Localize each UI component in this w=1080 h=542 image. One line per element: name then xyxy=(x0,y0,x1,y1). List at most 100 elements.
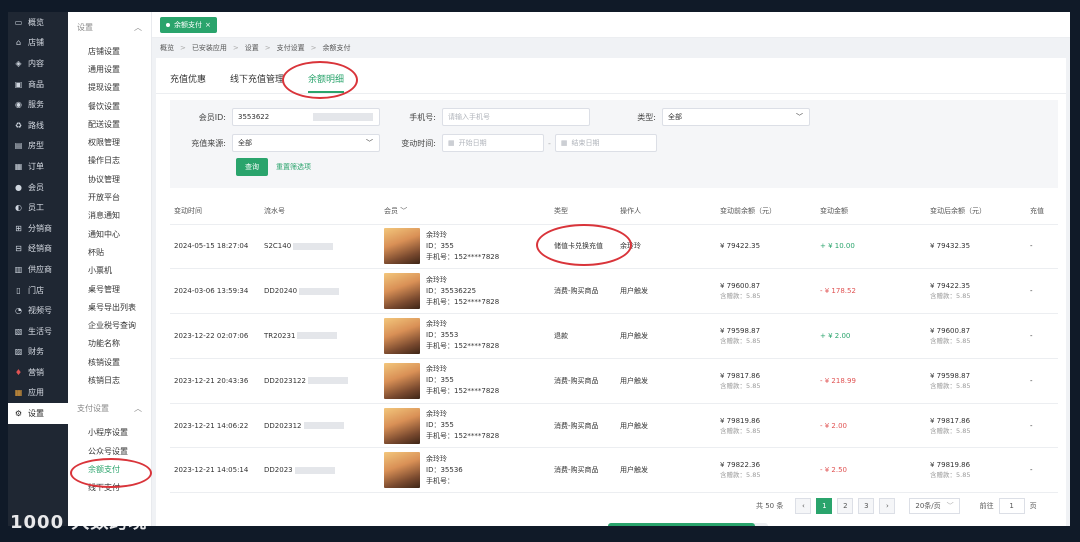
member-info[interactable]: 余玲玲 ID：355 手机号：152****7828 xyxy=(384,228,550,265)
member-cell: 余玲玲 ID：355 手机号：152****7828 xyxy=(380,358,550,404)
nav-item-0[interactable]: ▭ 概览 xyxy=(8,12,68,33)
breadcrumb-item[interactable]: 余额支付 xyxy=(323,43,351,53)
nav-item-11[interactable]: ⊟ 经销商 xyxy=(8,239,68,260)
nav-item-19[interactable]: ⚙ 设置 xyxy=(8,403,68,424)
submenu-item[interactable]: 核销日志 xyxy=(68,371,151,389)
nav-item-1[interactable]: ⌂ 店铺 xyxy=(8,33,68,54)
nav-item-14[interactable]: ◔ 视频号 xyxy=(8,300,68,321)
submenu-item[interactable]: 小程序设置 xyxy=(68,424,151,442)
member-name: 余玲玲 xyxy=(426,410,447,419)
member-info[interactable]: 余玲玲 ID：355 手机号：152****7828 xyxy=(384,362,550,399)
submenu-item[interactable]: 企业税号查询 xyxy=(68,316,151,334)
chevron-up-icon: ︿ xyxy=(134,22,142,32)
nav-item-3[interactable]: ▣ 商品 xyxy=(8,74,68,95)
submenu-item[interactable]: 通知中心 xyxy=(68,225,151,243)
breadcrumb-item[interactable]: 设置 xyxy=(245,43,259,53)
table-row: 2023-12-21 14:05:14 DD2023 余玲玲 ID：35536 手机号：… xyxy=(170,447,1058,494)
submenu-item[interactable]: 协议管理 xyxy=(68,170,151,188)
open-tag[interactable]: 余额支付 × xyxy=(160,16,217,33)
gift-amount: 含赠款：5.85 xyxy=(720,471,761,480)
page-button[interactable]: 1 xyxy=(816,498,833,514)
member-info[interactable]: 余玲玲 ID：355 手机号：152****7828 xyxy=(384,407,550,444)
page-size-select[interactable]: 20条/页 ﹀ xyxy=(909,498,960,514)
member-info[interactable]: 余玲玲 ID：35536 手机号： xyxy=(384,452,550,489)
submenu-item[interactable]: 开放平台 xyxy=(68,188,151,206)
serial-number: DD20240 xyxy=(264,287,298,296)
gift-amount: 含赠款：5.85 xyxy=(930,426,971,435)
next-page-button[interactable]: › xyxy=(879,498,896,514)
submenu-item[interactable]: 杯贴 xyxy=(68,243,151,261)
nav-item-10[interactable]: ⊞ 分销商 xyxy=(8,218,68,239)
nav-item-2[interactable]: ◈ 内容 xyxy=(8,53,68,74)
member-id-input[interactable]: 3553622 xyxy=(232,108,380,126)
phone-input[interactable]: 请输入手机号 xyxy=(442,108,590,126)
nav-item-9[interactable]: ◐ 员工 xyxy=(8,197,68,218)
nav-item-17[interactable]: ♦ 营销 xyxy=(8,362,68,383)
submenu-item[interactable]: 功能名称 xyxy=(68,335,151,353)
submenu-item[interactable]: 店铺设置 xyxy=(68,42,151,60)
submenu-item[interactable]: 餐饮设置 xyxy=(68,97,151,115)
time-text: 2024-05-15 18:27:04 xyxy=(174,242,249,251)
recharge-text: - xyxy=(1030,376,1033,385)
nav-item-15[interactable]: ▧ 生活号 xyxy=(8,321,68,342)
nav-item-6[interactable]: ▤ 房型 xyxy=(8,136,68,157)
nav-item-18[interactable]: ▦ 应用 xyxy=(8,383,68,404)
submenu-item[interactable]: 桌号导出列表 xyxy=(68,298,151,316)
recharge-text-cell: - xyxy=(1026,447,1058,494)
start-date-input[interactable]: ▦ 开始日期 xyxy=(442,134,544,152)
column-header-label: 变动时间 xyxy=(174,206,202,215)
submenu-group-settings[interactable]: 设置 ︿ xyxy=(68,12,151,42)
breadcrumb-separator-icon: > xyxy=(180,44,186,52)
submenu-item[interactable]: 核销设置 xyxy=(68,353,151,371)
change-amount: - ¥ 218.99 xyxy=(820,376,856,385)
nav-item-12[interactable]: ▥ 供应商 xyxy=(8,259,68,280)
balance-before: ¥ 79598.87 xyxy=(720,326,761,335)
nav-item-16[interactable]: ▨ 财务 xyxy=(8,342,68,363)
submenu-item[interactable]: 配送设置 xyxy=(68,115,151,133)
member-info[interactable]: 余玲玲 ID：3553 手机号：152****7828 xyxy=(384,317,550,354)
goto-input[interactable]: 1 xyxy=(998,498,1025,514)
nav-item-4[interactable]: ◉ 服务 xyxy=(8,94,68,115)
nav-item-7[interactable]: ▦ 订单 xyxy=(8,156,68,177)
type-text: 消费-购买商品 xyxy=(554,466,599,475)
submenu-item[interactable]: 权限管理 xyxy=(68,133,151,151)
page-button[interactable]: 3 xyxy=(858,498,875,514)
nav-item-8[interactable]: ● 会员 xyxy=(8,177,68,198)
reset-filters-button[interactable]: 重置筛选项 xyxy=(276,158,311,176)
submenu-item[interactable]: 通用设置 xyxy=(68,60,151,78)
breadcrumb-item[interactable]: 已安装应用 xyxy=(192,43,227,53)
operator-text: 用户触发 xyxy=(620,421,648,430)
type-text: 消费-购买商品 xyxy=(554,376,599,385)
balance-before: ¥ 79822.36 xyxy=(720,461,761,470)
page-button[interactable]: 2 xyxy=(837,498,854,514)
submenu-item[interactable]: 操作日志 xyxy=(68,152,151,170)
content-icon: ◈ xyxy=(15,58,22,68)
annotation-circle-tab xyxy=(282,61,358,99)
type-select[interactable]: 全部 ﹀ xyxy=(662,108,810,126)
apps-icon: ▦ xyxy=(14,388,23,398)
nav-item-5[interactable]: ♻ 路线 xyxy=(8,115,68,136)
time-text: 2023-12-22 02:07:06 xyxy=(174,331,249,340)
change-amount: + ¥ 10.00 xyxy=(820,242,855,251)
member-name: 余玲玲 xyxy=(426,275,447,284)
nav-item-13[interactable]: ▯ 门店 xyxy=(8,280,68,301)
prev-page-button[interactable]: ‹ xyxy=(795,498,812,514)
query-button[interactable]: 查询 xyxy=(236,158,268,176)
breadcrumb-separator-icon: > xyxy=(310,44,317,52)
submenu-item[interactable]: 桌号管理 xyxy=(68,280,151,298)
tab-1[interactable]: 线下充值管理 xyxy=(230,72,284,93)
end-date-input[interactable]: ▦ 结束日期 xyxy=(554,134,657,152)
member-name: 余玲玲 xyxy=(426,230,447,239)
submenu-group-payment[interactable]: 支付设置 ︿ xyxy=(68,394,151,424)
breadcrumb-item[interactable]: 支付设置 xyxy=(277,43,305,53)
submenu-item[interactable]: 消息通知 xyxy=(68,207,151,225)
submenu-item[interactable]: 小票机 xyxy=(68,262,151,280)
source-select[interactable]: 全部 ﹀ xyxy=(232,134,380,152)
member-details: 余玲玲 ID：355 手机号：152****7828 xyxy=(426,230,499,263)
breadcrumb-item[interactable]: 概览 xyxy=(160,43,174,53)
close-icon[interactable]: × xyxy=(205,21,211,29)
tab-0[interactable]: 充值优惠 xyxy=(170,72,206,93)
chevron-down-icon[interactable]: ﹀ xyxy=(398,207,407,215)
member-info[interactable]: 余玲玲 ID：35536225 手机号：152****7828 xyxy=(384,273,550,310)
submenu-item[interactable]: 提现设置 xyxy=(68,79,151,97)
